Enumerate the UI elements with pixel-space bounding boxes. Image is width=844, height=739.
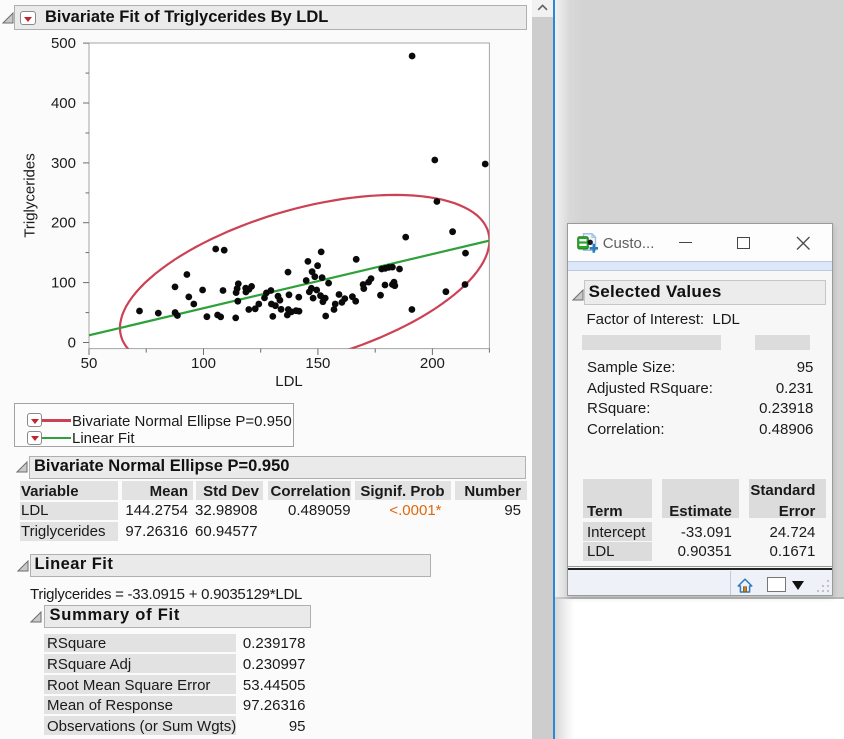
svg-text:LDL: LDL xyxy=(275,373,303,390)
svg-text:0: 0 xyxy=(68,335,76,352)
svg-text:400: 400 xyxy=(51,95,76,112)
svg-text:300: 300 xyxy=(51,155,76,172)
svg-text:200: 200 xyxy=(51,215,76,232)
svg-text:Triglycerides: Triglycerides xyxy=(22,153,39,237)
svg-text:100: 100 xyxy=(191,355,216,372)
svg-text:500: 500 xyxy=(51,36,76,52)
svg-text:200: 200 xyxy=(420,355,445,372)
svg-text:50: 50 xyxy=(81,355,98,372)
svg-text:100: 100 xyxy=(51,275,76,292)
svg-text:150: 150 xyxy=(305,355,330,372)
